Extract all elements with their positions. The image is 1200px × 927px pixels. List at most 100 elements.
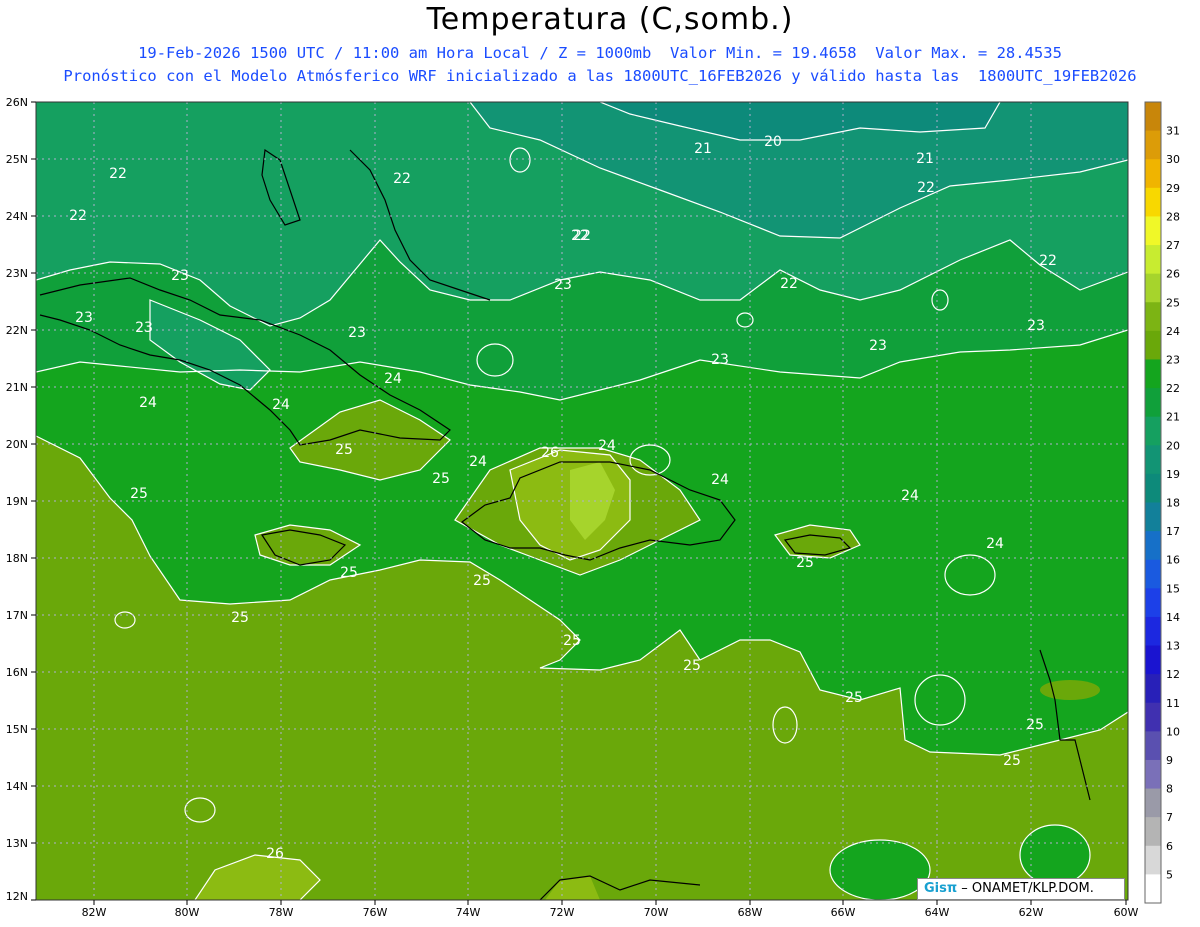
colorbar-labels: 31 30 29 28 27 26 25 24 23 22 21 20 19 18 17 16 15 14 13 12…	[1166, 125, 1180, 882]
contour-label: 20	[764, 134, 782, 150]
contour-label: 23	[1027, 318, 1045, 334]
colorbar-swatch	[1145, 245, 1161, 275]
contour-label: 23	[135, 320, 153, 336]
contour-label: 25	[340, 565, 358, 581]
contour-label: 24	[901, 488, 919, 504]
blob	[1040, 680, 1100, 700]
contour-label: 22	[1039, 253, 1057, 269]
colorbar-swatch	[1145, 216, 1161, 246]
colorbar-swatch	[1145, 445, 1161, 475]
lat-label: 18N	[6, 552, 28, 565]
contour-label: 23	[348, 325, 366, 341]
lat-label: 14N	[6, 780, 28, 793]
colorbar-swatch	[1145, 559, 1161, 589]
lon-ticks	[93, 900, 1127, 905]
lat-label: 13N	[6, 837, 28, 850]
longitude-labels: 82W 80W 78W 76W 74W 72W 70W 68W 66W 64W …	[82, 906, 1139, 919]
colorbar-label: 28	[1166, 210, 1180, 223]
colorbar-swatch	[1145, 102, 1161, 132]
colorbar-label: 22	[1166, 382, 1180, 395]
colorbar-label: 21	[1166, 411, 1180, 424]
contour-label: 23	[75, 310, 93, 326]
colorbar-label: 7	[1166, 811, 1173, 824]
colorbar-swatch	[1145, 845, 1161, 875]
colorbar-label: 15	[1166, 582, 1180, 595]
contour-label: 24	[469, 454, 487, 470]
lat-label: 25N	[6, 153, 28, 166]
colorbar-swatch	[1145, 473, 1161, 503]
contour-label: 25	[130, 486, 148, 502]
contour-label: 22	[780, 276, 798, 292]
colorbar-label: 9	[1166, 754, 1173, 767]
contour-label: 25	[683, 658, 701, 674]
lat-label: 24N	[6, 210, 28, 223]
colorbar-swatch	[1145, 759, 1161, 790]
lon-label: 70W	[644, 906, 669, 919]
colorbar-label: 14	[1166, 611, 1180, 624]
colorbar-label: 16	[1166, 554, 1180, 567]
lon-label: 62W	[1019, 906, 1044, 919]
contour-label: 22	[573, 228, 591, 244]
lon-label: 74W	[456, 906, 481, 919]
contour-label: 23	[554, 277, 572, 293]
lon-label: 80W	[175, 906, 200, 919]
colorbar-label: 13	[1166, 640, 1180, 653]
colorbar-label: 20	[1166, 439, 1180, 452]
gis-logo: Gisπ	[924, 881, 958, 896]
colorbar-swatch	[1145, 159, 1161, 189]
colorbar-label: 8	[1166, 783, 1173, 796]
colorbar-swatch	[1145, 645, 1161, 675]
lon-label: 64W	[925, 906, 950, 919]
colorbar-swatch	[1145, 788, 1161, 818]
contour-label: 23	[171, 268, 189, 284]
colorbar-swatch	[1145, 502, 1161, 532]
contour-label: 24	[986, 536, 1004, 552]
contour-label: 23	[869, 338, 887, 354]
lat-label: 16N	[6, 666, 28, 679]
latitude-labels: 26N 25N 24N 23N 22N 21N 20N 19N 18N 17N …	[6, 96, 28, 903]
lon-label: 72W	[550, 906, 575, 919]
colorbar-label: 30	[1166, 153, 1180, 166]
lat-label: 22N	[6, 324, 28, 337]
contour-label: 25	[563, 633, 581, 649]
contour-label: 22	[69, 208, 87, 224]
lat-label: 17N	[6, 609, 28, 622]
colorbar-swatch	[1145, 388, 1161, 418]
colorbar-swatch	[1145, 416, 1161, 446]
colorbar-label: 19	[1166, 468, 1180, 481]
lat-label: 12N	[6, 890, 28, 903]
contour-label: 21	[694, 141, 712, 157]
colorbar-label: 11	[1166, 697, 1180, 710]
lon-label: 82W	[82, 906, 107, 919]
contour-label: 22	[917, 180, 935, 196]
colorbar-label: 18	[1166, 497, 1180, 510]
contour-label: 25	[845, 690, 863, 706]
colorbar-swatch	[1145, 130, 1161, 160]
contour-label: 21	[916, 151, 934, 167]
contour-label: 26	[266, 846, 284, 862]
colorbar-swatch	[1145, 187, 1161, 217]
lon-label: 60W	[1114, 906, 1139, 919]
lat-label: 20N	[6, 438, 28, 451]
colorbar-swatch	[1145, 674, 1161, 704]
lat-label: 15N	[6, 723, 28, 736]
colorbar-swatch	[1145, 731, 1161, 761]
colorbar-label: 29	[1166, 182, 1180, 195]
colorbar-label: 23	[1166, 353, 1180, 366]
colorbar-label: 27	[1166, 239, 1180, 252]
colorbar-swatch	[1145, 874, 1161, 904]
lon-label: 66W	[831, 906, 856, 919]
colorbar-swatch	[1145, 359, 1161, 389]
colorbar-label: 5	[1166, 868, 1173, 881]
credit-text: – ONAMET/KLP.DOM.	[957, 881, 1094, 896]
colorbar-swatch	[1145, 330, 1161, 360]
contour-label: 23	[711, 352, 729, 368]
contour-label: 22	[393, 171, 411, 187]
contour-label: 24	[598, 438, 616, 454]
colorbar-label: 17	[1166, 525, 1180, 538]
colorbar-label: 31	[1166, 125, 1180, 138]
contour-label: 25	[231, 610, 249, 626]
colorbar-label: 10	[1166, 725, 1180, 738]
contour-label: 22	[109, 166, 127, 182]
colorbar-swatch	[1145, 273, 1161, 303]
